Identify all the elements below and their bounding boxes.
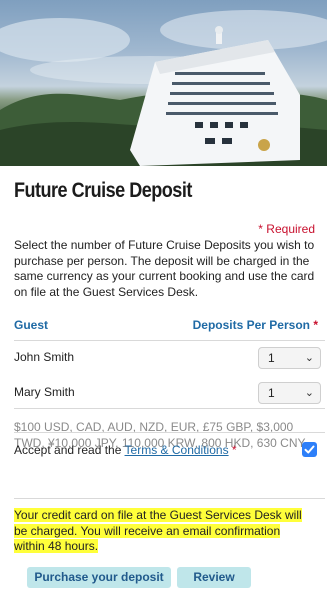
column-header-deposits-label: Deposits Per Person bbox=[192, 318, 310, 332]
column-header-deposits: Deposits Per Person * bbox=[193, 318, 318, 332]
required-note: * Required bbox=[258, 222, 315, 236]
divider bbox=[14, 498, 325, 499]
terms-checkbox[interactable] bbox=[302, 442, 317, 457]
required-star: * bbox=[313, 318, 318, 332]
column-header-guest: Guest bbox=[14, 318, 49, 332]
deposits-select-value: 1 bbox=[268, 386, 275, 400]
deposits-select-value: 1 bbox=[268, 351, 275, 365]
terms-acceptance: Accept and read the Terms & Conditions * bbox=[14, 443, 237, 457]
divider bbox=[14, 432, 325, 433]
guest-name: John Smith bbox=[14, 350, 75, 364]
divider bbox=[14, 408, 325, 409]
intro-text: Select the number of Future Cruise Depos… bbox=[14, 238, 315, 299]
terms-prefix: Accept and read the bbox=[14, 443, 125, 457]
hero-cruise-ship-image bbox=[0, 0, 327, 166]
chevron-down-icon: ⌄ bbox=[304, 387, 314, 399]
page-title: Future Cruise Deposit bbox=[14, 179, 192, 202]
charge-notice: Your credit card on file at the Guest Se… bbox=[14, 508, 314, 555]
required-star: * bbox=[231, 443, 237, 457]
divider bbox=[14, 340, 325, 341]
terms-link[interactable]: Terms & Conditions bbox=[125, 443, 229, 457]
checkmark-icon bbox=[304, 445, 315, 454]
guest-name: Mary Smith bbox=[14, 385, 75, 399]
deposits-select[interactable]: 1 ⌄ bbox=[258, 347, 321, 369]
charge-notice-text: Your credit card on file at the Guest Se… bbox=[14, 508, 302, 553]
review-button[interactable]: Review bbox=[177, 567, 251, 588]
deposits-select[interactable]: 1 ⌄ bbox=[258, 382, 321, 404]
chevron-down-icon: ⌄ bbox=[304, 352, 314, 364]
purchase-deposit-button[interactable]: Purchase your deposit bbox=[27, 567, 171, 588]
